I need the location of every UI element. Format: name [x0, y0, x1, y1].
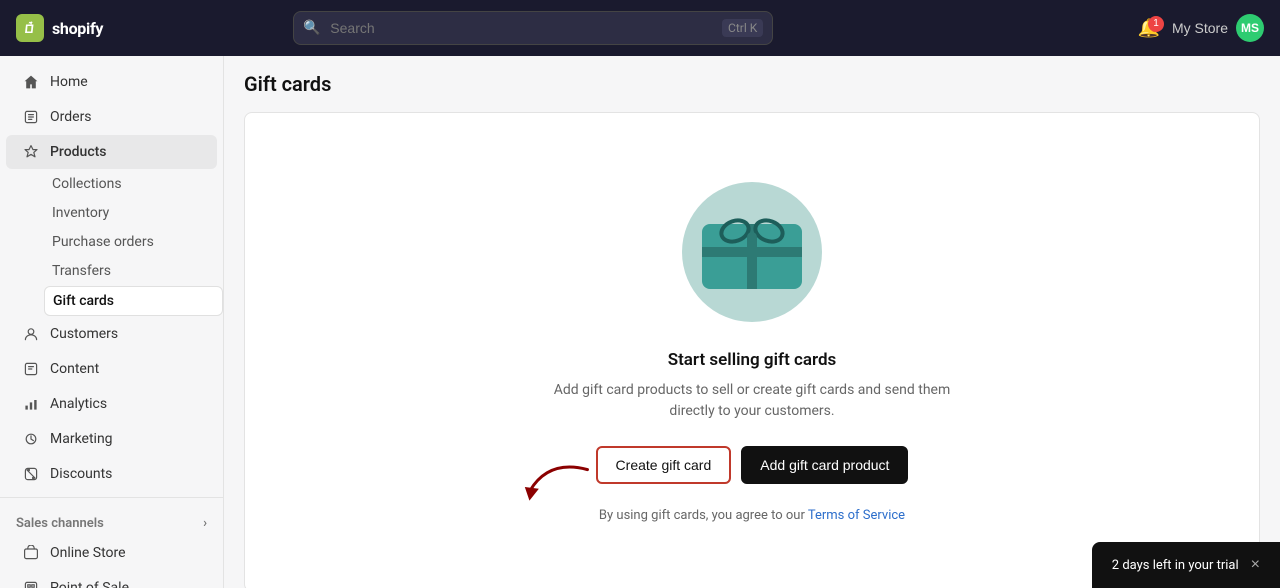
content-area: Start selling gift cards Add gift card p… — [224, 104, 1280, 588]
online-store-label: Online Store — [50, 545, 126, 561]
orders-label: Orders — [50, 109, 92, 125]
shopify-wordmark: shopify — [52, 19, 103, 38]
shopify-logo: shopify — [16, 14, 103, 42]
analytics-label: Analytics — [50, 396, 107, 412]
home-label: Home — [50, 74, 88, 90]
products-submenu: Collections Inventory Purchase orders Tr… — [0, 170, 223, 316]
sales-channels-label: Sales channels — [16, 516, 104, 531]
sidebar-item-products[interactable]: Products — [6, 135, 217, 169]
search-shortcut: Ctrl K — [722, 19, 763, 37]
layout: Home Orders Products Collections Invento… — [0, 56, 1280, 588]
empty-state-heading: Start selling gift cards — [542, 350, 962, 370]
empty-state-card: Start selling gift cards Add gift card p… — [244, 112, 1260, 588]
shopify-logo-icon — [16, 14, 44, 42]
content-icon — [22, 360, 40, 378]
create-gift-card-button[interactable]: Create gift card — [596, 446, 732, 484]
sidebar-item-collections[interactable]: Collections — [44, 170, 223, 198]
sidebar-item-point-of-sale[interactable]: Point of Sale — [6, 571, 217, 588]
action-buttons: Create gift card Add gift card product — [542, 446, 962, 484]
notification-badge: 1 — [1148, 16, 1164, 32]
search-icon: 🔍 — [303, 20, 320, 36]
search-input[interactable] — [293, 11, 773, 45]
sidebar-item-gift-cards[interactable]: Gift cards — [44, 286, 223, 316]
page-title: Gift cards — [244, 72, 1260, 96]
store-selector-button[interactable]: My Store MS — [1172, 14, 1264, 42]
home-icon — [22, 73, 40, 91]
sidebar-item-purchase-orders[interactable]: Purchase orders — [44, 228, 223, 256]
page-header: Gift cards — [224, 56, 1280, 104]
terms-text: By using gift cards, you agree to our Te… — [542, 508, 962, 523]
trial-text: 2 days left in your trial — [1112, 558, 1239, 573]
products-label: Products — [50, 144, 107, 160]
empty-state-description: Add gift card products to sell or create… — [542, 380, 962, 422]
terms-of-service-link[interactable]: Terms of Service — [808, 508, 905, 523]
marketing-label: Marketing — [50, 431, 113, 447]
discounts-label: Discounts — [50, 466, 112, 482]
sidebar-item-marketing[interactable]: Marketing — [6, 422, 217, 456]
sidebar-item-online-store[interactable]: Online Store — [6, 536, 217, 570]
avatar: MS — [1236, 14, 1264, 42]
gift-card-svg — [697, 209, 807, 294]
discounts-icon — [22, 465, 40, 483]
orders-icon — [22, 108, 40, 126]
search-bar: 🔍 Ctrl K — [293, 11, 773, 45]
point-of-sale-label: Point of Sale — [50, 580, 129, 588]
sidebar-item-transfers[interactable]: Transfers — [44, 257, 223, 285]
products-icon — [22, 143, 40, 161]
sidebar: Home Orders Products Collections Invento… — [0, 56, 224, 588]
divider-1 — [0, 497, 223, 498]
sidebar-item-discounts[interactable]: Discounts — [6, 457, 217, 491]
sidebar-item-analytics[interactable]: Analytics — [6, 387, 217, 421]
main-content: Gift cards — [224, 56, 1280, 588]
pos-icon — [22, 579, 40, 588]
add-gift-card-product-button[interactable]: Add gift card product — [741, 446, 908, 484]
sidebar-item-inventory[interactable]: Inventory — [44, 199, 223, 227]
customers-label: Customers — [50, 326, 118, 342]
marketing-icon — [22, 430, 40, 448]
topbar-right: 🔔 1 My Store MS — [1138, 14, 1264, 42]
content-label: Content — [50, 361, 99, 377]
online-store-icon — [22, 544, 40, 562]
customers-icon — [22, 325, 40, 343]
notifications-button[interactable]: 🔔 1 — [1138, 18, 1160, 39]
sidebar-item-customers[interactable]: Customers — [6, 317, 217, 351]
trial-banner: 2 days left in your trial × — [1092, 542, 1280, 588]
sidebar-item-home[interactable]: Home — [6, 65, 217, 99]
analytics-icon — [22, 395, 40, 413]
sidebar-item-orders[interactable]: Orders — [6, 100, 217, 134]
topbar: shopify 🔍 Ctrl K 🔔 1 My Store MS — [0, 0, 1280, 56]
arrow-indicator — [506, 446, 599, 525]
trial-close-button[interactable]: × — [1251, 556, 1260, 574]
store-name: My Store — [1172, 20, 1228, 36]
empty-state-content: Start selling gift cards Add gift card p… — [542, 350, 962, 523]
sidebar-item-content[interactable]: Content — [6, 352, 217, 386]
sales-channels-section: Sales channels › — [0, 504, 223, 535]
gift-card-illustration — [682, 182, 822, 322]
sales-channels-expand-icon[interactable]: › — [203, 516, 207, 531]
